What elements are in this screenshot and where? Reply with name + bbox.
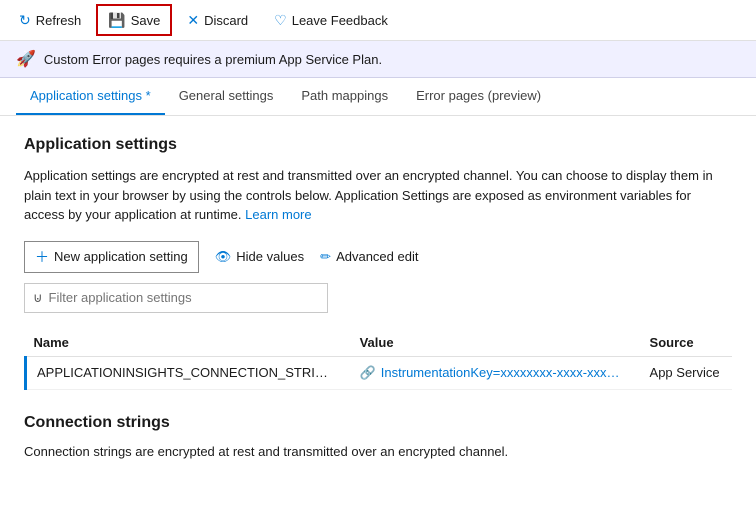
refresh-button[interactable]: ↻ Refresh <box>8 4 92 36</box>
setting-source: App Service <box>642 356 732 389</box>
page-title: Application settings <box>24 136 732 154</box>
main-content: Application settings Application setting… <box>0 116 756 479</box>
connection-strings-title: Connection strings <box>24 414 732 432</box>
application-settings-table: Name Value Source APPLICATIONINSIGHTS_CO… <box>24 329 732 390</box>
connection-strings-description: Connection strings are encrypted at rest… <box>24 444 732 459</box>
discard-button[interactable]: ✕ Discard <box>176 4 259 36</box>
rocket-icon: 🚀 <box>16 49 36 69</box>
table-row[interactable]: APPLICATIONINSIGHTS_CONNECTION_STRI… 🔗 Ins… <box>26 356 733 389</box>
column-value: Value <box>352 329 642 357</box>
info-banner: 🚀 Custom Error pages requires a premium … <box>0 41 756 78</box>
setting-name: APPLICATIONINSIGHTS_CONNECTION_STRI… <box>26 356 352 389</box>
new-application-setting-button[interactable]: ＋ New application setting <box>24 241 199 273</box>
description-text: Application settings are encrypted at re… <box>24 166 724 225</box>
feedback-icon: ♡ <box>274 12 287 29</box>
filter-icon: ⊍ <box>33 290 43 306</box>
action-bar: ＋ New application setting 👁 Hide values … <box>24 241 732 273</box>
tab-error-pages[interactable]: Error pages (preview) <box>402 78 555 115</box>
tab-application-settings[interactable]: Application settings * <box>16 78 165 115</box>
edit-icon: ✏ <box>320 249 331 265</box>
setting-value: 🔗 InstrumentationKey=xxxxxxxx-xxxx-xxx… <box>352 356 642 389</box>
value-text: InstrumentationKey=xxxxxxxx-xxxx-xxx… <box>381 365 620 380</box>
column-source: Source <box>642 329 732 357</box>
save-button[interactable]: 💾 Save <box>96 4 172 36</box>
plus-icon: ＋ <box>35 247 49 267</box>
column-name: Name <box>26 329 352 357</box>
filter-wrapper: ⊍ <box>24 283 732 313</box>
link-icon: 🔗 <box>360 365 376 381</box>
leave-feedback-button[interactable]: ♡ Leave Feedback <box>263 4 399 36</box>
tab-path-mappings[interactable]: Path mappings <box>287 78 402 115</box>
learn-more-link[interactable]: Learn more <box>245 207 311 222</box>
save-icon: 💾 <box>108 12 125 29</box>
hide-values-button[interactable]: 👁 Hide values <box>215 244 304 270</box>
eye-icon: 👁 <box>215 249 232 265</box>
filter-application-settings-input[interactable] <box>49 290 319 305</box>
tab-general-settings[interactable]: General settings <box>165 78 288 115</box>
tab-bar: Application settings * General settings … <box>0 78 756 116</box>
refresh-icon: ↻ <box>19 12 31 29</box>
connection-strings-section: Connection strings Connection strings ar… <box>24 414 732 459</box>
table-header-row: Name Value Source <box>26 329 733 357</box>
discard-icon: ✕ <box>187 12 199 29</box>
toolbar: ↻ Refresh 💾 Save ✕ Discard ♡ Leave Feedb… <box>0 0 756 41</box>
advanced-edit-button[interactable]: ✏ Advanced edit <box>320 244 418 270</box>
filter-input-container[interactable]: ⊍ <box>24 283 328 313</box>
